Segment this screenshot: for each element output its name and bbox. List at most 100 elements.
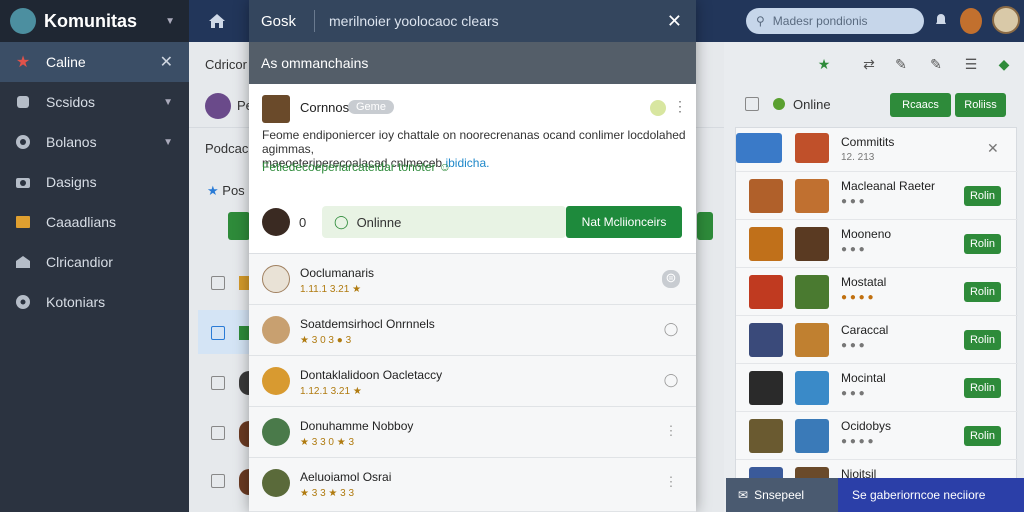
more-icon[interactable]: ⋮ xyxy=(673,98,687,115)
row-label-text: Pos xyxy=(222,183,245,198)
check-icon[interactable]: ◯ xyxy=(662,321,680,339)
sidebar-item-caline[interactable]: ★ Caline ✕ xyxy=(0,42,189,82)
notification-icon[interactable] xyxy=(933,12,949,28)
action-button[interactable]: Roliiss xyxy=(955,93,1006,117)
avatar xyxy=(262,418,290,446)
online-status-label: Onlinne xyxy=(356,214,402,230)
post-tags[interactable]: Fetiedecoeperiarcateidar tonoter ☺ xyxy=(262,160,451,174)
sidebar-item-caaadlians[interactable]: Caaadlians xyxy=(0,202,189,242)
list-item[interactable]: Ocidobys ● ● ● ● Rolin xyxy=(736,412,1018,460)
action-button[interactable]: Rcaacs xyxy=(890,93,951,117)
list-item[interactable]: Mostatal ● ● ● ● Rolin xyxy=(736,268,1018,316)
card-title: Commitits xyxy=(841,135,895,149)
close-icon[interactable]: ✕ xyxy=(667,11,682,32)
edit-icon[interactable]: ✎ xyxy=(892,56,910,74)
post-tag-badge: Geme xyxy=(348,100,394,114)
message-icon[interactable]: ⊜ xyxy=(662,270,680,288)
notice-right[interactable]: Se gaberiorncoe neciiore xyxy=(838,478,1024,512)
tag-icon xyxy=(239,326,249,340)
item-meta: 1.12.1 3.21 ★ xyxy=(300,386,362,397)
list-item[interactable]: Ooclumanaris 1.11.1 3.21 ★ ⊜ xyxy=(249,254,696,305)
join-community-button[interactable]: Nat Mcliionceirs xyxy=(566,206,682,238)
search-input[interactable]: ⚲ Madesr pondionis xyxy=(746,8,924,34)
notice-left[interactable]: ✉ Snsepeel xyxy=(726,478,838,512)
list-item[interactable]: Caraccal ● ● ● Rolin xyxy=(736,316,1018,364)
list-item[interactable]: Mocintal ● ● ● Rolin xyxy=(736,364,1018,412)
list-item[interactable]: Donuhamme Nobboy ★ 3 3 0 ★ 3 ⋮ xyxy=(249,407,696,458)
sidebar-item-clricandior[interactable]: Clricandior xyxy=(0,242,189,282)
list-item[interactable]: Soatdemsirhocl Onrnnels ★ 3 0 3 ● 3 ◯ xyxy=(249,305,696,356)
post-author[interactable]: Cornnos xyxy=(300,100,349,115)
sidebar-item-bolanos[interactable]: Bolanos ▼ xyxy=(0,122,189,162)
checkbox[interactable] xyxy=(211,474,225,488)
join-button[interactable]: Rolin xyxy=(964,234,1001,254)
list-icon[interactable]: ☰ xyxy=(962,56,980,74)
checkbox[interactable] xyxy=(745,97,759,111)
list-item[interactable]: Dontaklalidoon Oacletaccy 1.12.1 3.21 ★ … xyxy=(249,356,696,407)
sidebar-item-kotoniars[interactable]: Kotoniars xyxy=(0,282,189,322)
chevron-down-icon[interactable]: ▼ xyxy=(163,137,173,148)
list-item[interactable]: Mooneno ● ● ● Rolin xyxy=(736,220,1018,268)
item-meta: ● ● ● ● xyxy=(841,436,874,447)
puzzle-icon[interactable]: ◆ xyxy=(995,56,1013,74)
search-icon: ⚲ xyxy=(756,14,765,28)
join-button[interactable]: Rolin xyxy=(964,426,1001,446)
list-item[interactable]: Macleanal Raeter ● ● ● Rolin xyxy=(736,172,1018,220)
profile-avatar[interactable] xyxy=(992,6,1020,34)
close-icon[interactable]: ✕ xyxy=(160,52,173,72)
home-icon[interactable] xyxy=(207,11,227,31)
item-meta: ● ● ● xyxy=(841,196,865,207)
item-meta: ● ● ● xyxy=(841,244,865,255)
check-icon[interactable]: ◯ xyxy=(662,372,680,390)
thumbnail xyxy=(749,419,783,453)
post-link[interactable]: ibidicha. xyxy=(445,156,489,170)
sidebar-item-scsidos[interactable]: Scsidos ▼ xyxy=(0,82,189,122)
list-item[interactable]: Aeluoiamol Osrai ★ 3 3 ★ 3 3 ⋮ xyxy=(249,458,696,512)
item-name: Aeluoiamol Osrai xyxy=(300,470,392,484)
star-icon[interactable]: ★ xyxy=(815,56,833,74)
join-button[interactable]: Rolin xyxy=(964,282,1001,302)
folder-icon xyxy=(14,213,32,231)
join-button[interactable]: Rolin xyxy=(964,378,1001,398)
thumbnail xyxy=(795,179,829,213)
close-icon[interactable]: ✕ xyxy=(987,140,999,157)
thumbnail xyxy=(795,323,829,357)
green-button[interactable] xyxy=(697,212,713,240)
more-icon[interactable]: ⋮ xyxy=(662,423,680,441)
store-icon xyxy=(14,253,32,271)
chevron-down-icon[interactable]: ▼ xyxy=(165,16,175,27)
green-button[interactable] xyxy=(228,212,250,240)
thumbnail xyxy=(749,275,783,309)
star-icon: ★ xyxy=(15,54,31,71)
app-logo xyxy=(10,8,36,34)
user-avatar[interactable] xyxy=(960,8,982,34)
online-icon xyxy=(773,98,785,110)
modal-header: Gosk merilnoier yoolocaoc clears ✕ xyxy=(249,0,696,42)
join-button[interactable]: Rolin xyxy=(964,330,1001,350)
checkbox[interactable] xyxy=(211,276,225,290)
avatar xyxy=(239,371,249,395)
sidebar-item-dasigns[interactable]: Dasigns xyxy=(0,162,189,202)
sidebar-item-label: Caaadlians xyxy=(46,214,117,230)
settings-icon xyxy=(14,293,32,311)
modal-title: Gosk xyxy=(261,12,297,30)
brand[interactable]: Komunitas ▼ xyxy=(0,0,189,42)
chevron-down-icon[interactable]: ▼ xyxy=(163,97,173,108)
notification-bar: ✉ Snsepeel Se gaberiorncoe neciiore xyxy=(726,478,1024,512)
more-icon[interactable]: ⋮ xyxy=(662,474,680,492)
shield-icon xyxy=(14,93,32,111)
status-avatar xyxy=(262,208,290,236)
item-meta: ★ 3 3 ★ 3 3 xyxy=(300,488,355,499)
tag-icon xyxy=(239,276,249,290)
join-button[interactable]: Rolin xyxy=(964,186,1001,206)
checkbox[interactable] xyxy=(211,376,225,390)
post-author-avatar[interactable] xyxy=(262,95,290,123)
pencil-icon[interactable]: ✎ xyxy=(927,56,945,74)
item-name: Mostatal xyxy=(841,275,887,289)
reaction-icon[interactable] xyxy=(650,100,666,116)
avatar xyxy=(262,316,290,344)
checkbox[interactable] xyxy=(211,426,225,440)
transfer-icon[interactable]: ⇄ xyxy=(860,56,878,74)
checkbox[interactable] xyxy=(211,326,225,340)
thumbnail xyxy=(736,133,782,163)
